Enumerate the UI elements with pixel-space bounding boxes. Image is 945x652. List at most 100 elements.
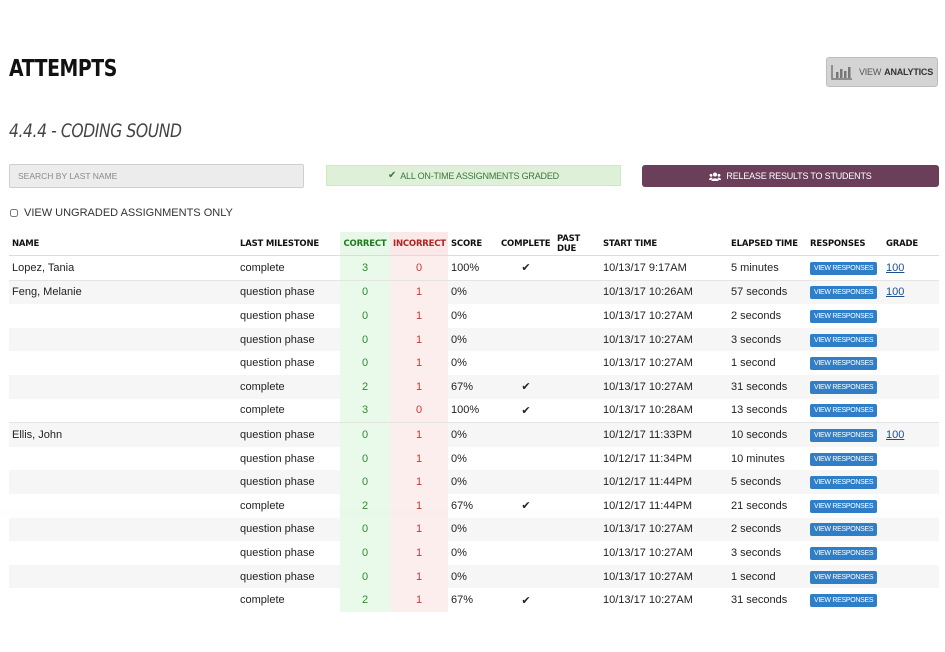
elapsed-time: 1 second: [728, 351, 807, 375]
last-milestone: complete: [237, 493, 340, 518]
past-due: [554, 327, 600, 352]
responses-cell: VIEW RESPONSES: [807, 588, 883, 612]
column-header-past-due: PAST DUE: [554, 232, 600, 256]
responses-cell: VIEW RESPONSES: [807, 279, 883, 305]
grade-link[interactable]: 100: [886, 286, 904, 298]
bar-chart-icon: [831, 64, 853, 80]
correct-count: 3: [340, 255, 390, 281]
view-responses-button[interactable]: VIEW RESPONSES: [810, 570, 878, 584]
past-due: [554, 446, 600, 471]
elapsed-time: 5 minutes: [728, 255, 807, 281]
start-time: 10/13/17 9:17AM: [600, 255, 728, 281]
view-responses-button[interactable]: VIEW RESPONSES: [810, 499, 878, 513]
grade-link[interactable]: 100: [886, 429, 904, 441]
view-responses-button[interactable]: VIEW RESPONSES: [810, 476, 878, 490]
correct-count: 0: [340, 422, 390, 447]
score: 0%: [448, 541, 498, 565]
start-time: 10/12/17 11:34PM: [600, 446, 728, 471]
grade-cell: [883, 493, 939, 518]
ungraded-only-checkbox[interactable]: [10, 209, 18, 217]
elapsed-time: 5 seconds: [728, 470, 807, 494]
score: 100%: [448, 398, 498, 423]
responses-cell: VIEW RESPONSES: [807, 398, 883, 423]
past-due: [554, 279, 600, 305]
view-responses-button[interactable]: VIEW RESPONSES: [810, 380, 878, 394]
column-header-responses: RESPONSES: [807, 232, 883, 256]
view-responses-button[interactable]: VIEW RESPONSES: [810, 428, 878, 442]
grade-link[interactable]: 100: [886, 262, 904, 274]
past-due: [554, 304, 600, 328]
incorrect-count: 1: [390, 493, 448, 518]
student-name: Ellis, John: [9, 422, 237, 447]
responses-cell: VIEW RESPONSES: [807, 541, 883, 565]
complete-cell: [498, 422, 554, 447]
last-milestone: question phase: [237, 327, 340, 352]
student-name: [9, 327, 237, 352]
elapsed-time: 2 seconds: [728, 304, 807, 328]
column-header-last-milestone: LAST MILESTONE: [237, 232, 340, 256]
student-name: [9, 398, 237, 423]
past-due: [554, 541, 600, 565]
grade-cell: [883, 304, 939, 328]
score: 0%: [448, 327, 498, 352]
view-analytics-label: ANALYTICS: [884, 67, 934, 77]
view-responses-button[interactable]: VIEW RESPONSES: [810, 523, 878, 537]
complete-cell: ✔: [498, 588, 554, 612]
table-row: question phase 0 1 0% 10/12/17 11:34PM 10 min…: [9, 446, 939, 471]
view-responses-button[interactable]: VIEW RESPONSES: [810, 333, 878, 347]
search-last-name-input[interactable]: [9, 164, 304, 188]
view-analytics-button[interactable]: VIEW ANALYTICS: [826, 57, 938, 87]
view-responses-button[interactable]: VIEW RESPONSES: [810, 452, 878, 466]
correct-count: 0: [340, 304, 390, 328]
complete-cell: [498, 304, 554, 328]
view-responses-button[interactable]: VIEW RESPONSES: [810, 309, 878, 323]
correct-count: 0: [340, 564, 390, 589]
table-row: Lopez, Tania complete 3 0 100% ✔ 10/13/17 9:17…: [9, 255, 939, 281]
column-header-incorrect: INCORRECT: [390, 232, 448, 256]
view-responses-button[interactable]: VIEW RESPONSES: [810, 404, 878, 418]
past-due: [554, 564, 600, 589]
last-milestone: question phase: [237, 564, 340, 589]
last-milestone: complete: [237, 255, 340, 281]
responses-cell: VIEW RESPONSES: [807, 374, 883, 399]
column-header-complete: COMPLETE: [498, 232, 554, 256]
incorrect-count: 1: [390, 304, 448, 328]
past-due: [554, 517, 600, 542]
view-responses-button[interactable]: VIEW RESPONSES: [810, 594, 878, 608]
view-responses-button[interactable]: VIEW RESPONSES: [810, 357, 878, 371]
elapsed-time: 31 seconds: [728, 374, 807, 399]
column-header-start-time: START TIME: [600, 232, 728, 256]
table-header-row: NAME LAST MILESTONE CORRECT INCORRECT SCORE C…: [9, 232, 939, 256]
elapsed-time: 3 seconds: [728, 541, 807, 565]
table-row: question phase 0 1 0% 10/13/17 10:27AM 3 seco…: [9, 541, 939, 565]
ungraded-filter[interactable]: VIEW UNGRADED ASSIGNMENTS ONLY: [10, 207, 233, 219]
complete-cell: ✔: [498, 493, 554, 518]
last-milestone: question phase: [237, 279, 340, 305]
complete-cell: [498, 517, 554, 542]
past-due: [554, 374, 600, 399]
last-milestone: question phase: [237, 422, 340, 447]
past-due: [554, 255, 600, 281]
release-results-button[interactable]: RELEASE RESULTS TO STUDENTS: [642, 165, 939, 187]
view-analytics-prefix: VIEW: [858, 67, 882, 77]
elapsed-time: 1 second: [728, 564, 807, 589]
score: 100%: [448, 255, 498, 281]
elapsed-time: 2 seconds: [728, 517, 807, 542]
start-time: 10/12/17 11:33PM: [600, 422, 728, 447]
view-responses-button[interactable]: VIEW RESPONSES: [810, 546, 878, 560]
grade-cell: [883, 351, 939, 375]
grade-cell: 100: [883, 422, 939, 447]
start-time: 10/13/17 10:27AM: [600, 541, 728, 565]
past-due: [554, 422, 600, 447]
view-responses-button[interactable]: VIEW RESPONSES: [810, 286, 878, 300]
score: 0%: [448, 517, 498, 542]
correct-count: 2: [340, 493, 390, 518]
elapsed-time: 10 seconds: [728, 422, 807, 447]
elapsed-time: 10 minutes: [728, 446, 807, 471]
incorrect-count: 1: [390, 470, 448, 494]
last-milestone: complete: [237, 398, 340, 423]
last-milestone: complete: [237, 374, 340, 399]
view-responses-button[interactable]: VIEW RESPONSES: [810, 261, 878, 275]
score: 0%: [448, 564, 498, 589]
complete-cell: [498, 279, 554, 305]
